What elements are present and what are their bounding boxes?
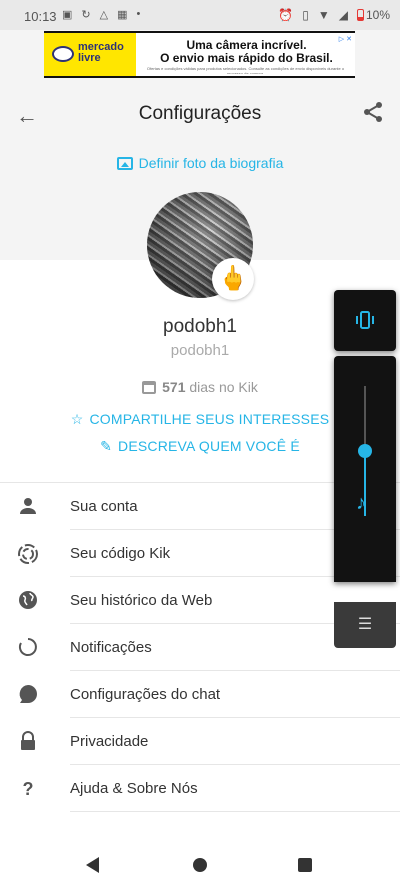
app-bar: ← Configurações xyxy=(0,90,400,136)
ad-headline-line2: O envio mais rápido do Brasil. xyxy=(160,51,333,65)
handshake-icon xyxy=(52,46,74,62)
vibrate-icon xyxy=(354,309,376,331)
more-dot-icon: • xyxy=(136,8,141,20)
avatar-emoji-badge[interactable]: 🖕 xyxy=(212,258,254,300)
share-interests-label: COMPARTILHE SEUS INTERESSES xyxy=(89,411,330,427)
music-note-icon: ♪ xyxy=(356,492,366,514)
menu-item-chat-settings[interactable]: Configurações do chat xyxy=(0,671,400,718)
describe-yourself-label: DESCREVA QUEM VOCÊ É xyxy=(118,438,300,454)
notification-ring-icon xyxy=(17,637,39,659)
ad-banner[interactable]: mercado livre Uma câmera incrível. O env… xyxy=(44,31,355,78)
vibrate-status-icon: ▯ xyxy=(302,8,309,22)
person-icon xyxy=(17,496,39,518)
ad-brand-logo: mercado livre xyxy=(50,40,140,70)
menu-item-label: Privacidade xyxy=(70,733,149,750)
add-photo-icon xyxy=(116,157,133,170)
calendar-icon: ▦ xyxy=(117,9,128,21)
days-count: 571 xyxy=(162,379,186,395)
ringer-mode-button[interactable] xyxy=(334,290,396,351)
system-nav-bar xyxy=(0,840,400,889)
status-bar: 10:13 ▣ ↻ △ ▦ • ⏰ ▯ ▼ ◢ 10% xyxy=(0,0,400,30)
ad-brand-text: mercado livre xyxy=(78,42,124,64)
menu-item-help-about[interactable]: ? Ajuda & Sobre Nós xyxy=(0,765,400,812)
battery-indicator: 10% xyxy=(356,8,390,22)
ad-copy: Uma câmera incrível. O envio mais rápido… xyxy=(136,33,355,76)
globe-icon xyxy=(17,590,39,612)
ad-brand-line2: livre xyxy=(78,52,101,64)
menu-item-label: Seu código Kik xyxy=(70,545,171,562)
divider xyxy=(70,811,400,812)
nav-home-icon[interactable] xyxy=(193,858,207,872)
days-label: dias no Kik xyxy=(189,379,258,395)
battery-percent: 10% xyxy=(365,8,390,22)
system-icons: ⏰ ▯ ▼ ◢ 10% xyxy=(278,8,390,22)
notification-icons: ▣ ↻ △ ▦ • xyxy=(62,8,140,21)
sync-icon: ↻ xyxy=(81,9,91,21)
ad-fine-print: Ofertas e condições válidas para produto… xyxy=(146,66,345,74)
media-volume-slider[interactable]: ♪ ☰ xyxy=(334,356,396,648)
volume-knob[interactable] xyxy=(358,444,372,458)
battery-icon xyxy=(356,9,364,21)
wifi-icon: ▼ xyxy=(317,8,330,22)
nav-recents-icon[interactable] xyxy=(298,858,312,872)
warning-icon: △ xyxy=(99,9,109,21)
kik-code-icon xyxy=(17,543,39,565)
menu-item-label: Notificações xyxy=(70,639,152,656)
share-icon[interactable] xyxy=(362,101,384,128)
sliders-icon[interactable]: ☰ xyxy=(334,602,396,648)
status-time: 10:13 xyxy=(24,9,57,24)
alarm-icon: ⏰ xyxy=(278,8,294,22)
set-bio-photo-link[interactable]: Definir foto da biografia xyxy=(0,155,400,171)
menu-item-label: Ajuda & Sobre Nós xyxy=(70,780,198,797)
menu-item-label: Configurações do chat xyxy=(70,686,221,703)
lock-icon xyxy=(17,731,39,753)
nav-back-icon[interactable] xyxy=(86,857,99,873)
signal-icon: ◢ xyxy=(338,8,348,22)
star-icon: ☆ xyxy=(70,411,84,427)
menu-item-label: Sua conta xyxy=(70,498,138,515)
calendar-icon xyxy=(142,381,157,394)
page-title: Configurações xyxy=(138,103,262,124)
menu-item-label: Seu histórico da Web xyxy=(70,592,213,609)
ad-headline: Uma câmera incrível. O envio mais rápido… xyxy=(142,39,351,65)
menu-item-privacy[interactable]: Privacidade xyxy=(0,718,400,765)
pencil-icon: ✎ xyxy=(100,438,113,454)
help-icon: ? xyxy=(22,779,34,799)
set-bio-photo-label: Definir foto da biografia xyxy=(138,155,284,171)
message-icon: ▣ xyxy=(62,9,73,21)
chat-bubble-icon xyxy=(17,684,39,706)
ad-choices-icon[interactable]: ▷ ✕ xyxy=(339,35,352,43)
